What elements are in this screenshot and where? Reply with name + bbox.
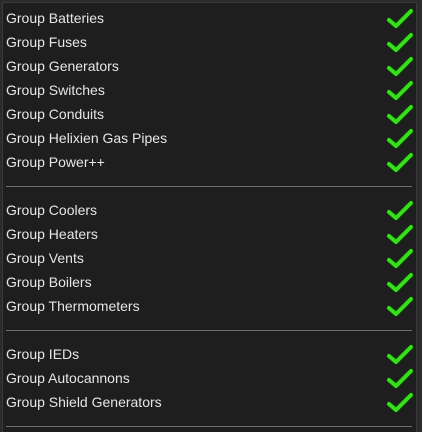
item-label: Group Batteries [6,10,105,26]
group-toggle-panel: Group Batteries Group Fuses Group Genera… [2,2,417,432]
section-divider [6,186,412,187]
checkmark-icon[interactable] [387,392,415,414]
item-label: Group Shield Generators [6,394,162,410]
list-item[interactable]: Group Switches [3,78,416,102]
checkmark-icon[interactable] [387,104,415,126]
list-item[interactable]: Group Boilers [3,270,416,294]
list-item[interactable]: Group Vents [3,246,416,270]
checkmark-icon[interactable] [387,80,415,102]
checkmark-icon[interactable] [387,272,415,294]
item-label: Group Vents [6,250,84,266]
item-label: Group Autocannons [6,370,130,386]
list-item[interactable]: Group Helixien Gas Pipes [3,126,416,150]
list-item[interactable]: Group Heaters [3,222,416,246]
item-label: Group Fuses [6,34,87,50]
list-item[interactable]: Group Fuses [3,30,416,54]
checkmark-icon[interactable] [387,152,415,174]
list-item[interactable]: Group Batteries [3,6,416,30]
checkmark-icon[interactable] [387,248,415,270]
list-item[interactable]: Group IEDs [3,342,416,366]
checkmark-icon[interactable] [387,344,415,366]
item-label: Group Conduits [6,106,105,122]
checkmark-icon[interactable] [387,32,415,54]
section-divider [6,426,412,427]
list-item[interactable]: Group Conduits [3,102,416,126]
item-label: Group Switches [6,82,105,98]
item-label: Group IEDs [6,346,80,362]
checkmark-icon[interactable] [387,8,415,30]
section-divider [6,330,412,331]
item-label: Group Generators [6,58,119,74]
item-label: Group Coolers [6,202,98,218]
item-label: Group Thermometers [6,298,140,314]
list-item[interactable]: Group Coolers [3,198,416,222]
defense-group-section: Group IEDs Group Autocannons Group Shiel… [3,342,416,414]
list-item[interactable]: Group Thermometers [3,294,416,318]
list-item[interactable]: Group Autocannons [3,366,416,390]
checkmark-icon[interactable] [387,200,415,222]
list-item[interactable]: Group Generators [3,54,416,78]
checkmark-icon[interactable] [387,56,415,78]
checkmark-icon[interactable] [387,368,415,390]
item-label: Group Heaters [6,226,98,242]
power-group-section: Group Batteries Group Fuses Group Genera… [3,6,416,174]
climate-group-section: Group Coolers Group Heaters Group Vents … [3,198,416,318]
list-item[interactable]: Group Shield Generators [3,390,416,414]
list-item[interactable]: Group Power++ [3,150,416,174]
checkmark-icon[interactable] [387,128,415,150]
checkmark-icon[interactable] [387,224,415,246]
checkmark-icon[interactable] [387,296,415,318]
item-label: Group Boilers [6,274,92,290]
item-label: Group Helixien Gas Pipes [6,130,168,146]
item-label: Group Power++ [6,154,105,170]
